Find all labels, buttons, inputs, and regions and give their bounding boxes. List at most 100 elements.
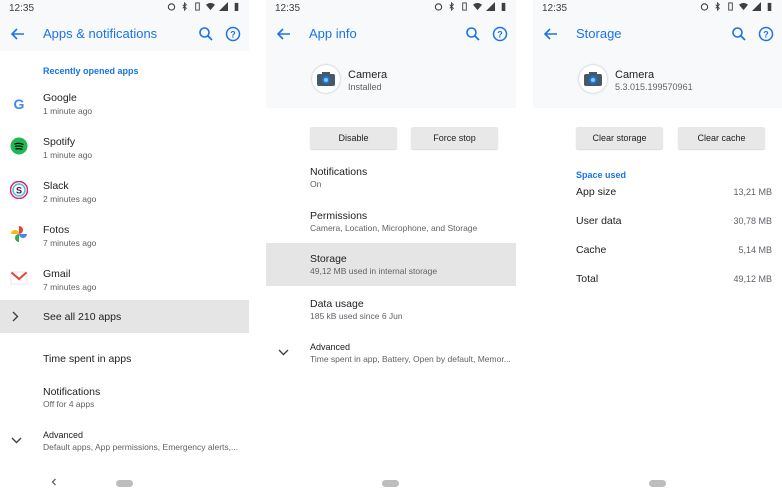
item-title: Permissions [310, 210, 368, 222]
app-item-slack[interactable]: S Slack 2 minutes ago [0, 176, 249, 218]
camera-icon [579, 65, 607, 93]
app-info-screen: 12:35 App info ? Camera Installed Disabl… [266, 0, 516, 498]
notifications-item[interactable]: Notifications On [266, 160, 516, 198]
navigation-bar [266, 468, 516, 498]
clear-cache-button[interactable]: Clear cache [678, 127, 765, 149]
app-item-fotos[interactable]: Fotos 7 minutes ago [0, 220, 249, 262]
svg-text:?: ? [230, 30, 236, 40]
camera-icon [312, 65, 340, 93]
app-bar: App info ? [266, 17, 516, 51]
advanced-item[interactable]: Advanced Time spent in app, Battery, Ope… [266, 338, 516, 372]
row-label: Cache [576, 244, 607, 256]
app-name: Gmail [43, 268, 71, 280]
app-bar: Storage ? [533, 17, 782, 51]
status-icons [434, 2, 508, 11]
nav-back-icon[interactable] [49, 477, 59, 487]
home-pill[interactable] [649, 480, 666, 487]
back-arrow-icon[interactable] [9, 25, 27, 43]
google-icon: G [9, 94, 29, 114]
storage-row-total: Total 49,12 MB [533, 267, 782, 291]
storage-row-cache: Cache 5,14 MB [533, 238, 782, 262]
alarm-icon [700, 3, 709, 11]
item-sub: 185 kB used since 6 Jun [310, 311, 403, 321]
screen-gap [516, 0, 533, 498]
row-label: User data [576, 215, 622, 227]
home-pill[interactable] [116, 480, 133, 487]
wifi-icon [473, 2, 482, 11]
slack-icon: S [9, 180, 29, 200]
wifi-icon [206, 2, 215, 11]
item-title: Notifications [310, 166, 368, 178]
status-time: 12:35 [9, 3, 35, 14]
row-value: 30,78 MB [733, 216, 772, 226]
app-time: 7 minutes ago [43, 282, 97, 292]
app-item-spotify[interactable]: Spotify 1 minute ago [0, 132, 249, 174]
status-bar: 12:35 [266, 0, 516, 17]
storage-row-user-data: User data 30,78 MB [533, 209, 782, 233]
app-status: Installed [348, 82, 382, 92]
battery-icon [234, 2, 239, 11]
signal-icon [752, 2, 761, 11]
photos-icon [9, 224, 29, 244]
disable-button[interactable]: Disable [310, 127, 397, 149]
row-label: App size [576, 186, 617, 198]
data-usage-item[interactable]: Data usage 185 kB used since 6 Jun [266, 292, 516, 330]
search-icon[interactable] [730, 25, 748, 43]
status-time: 12:35 [542, 3, 568, 14]
apps-notifications-screen: 12:35 Apps & notifications ? Recently op… [0, 0, 249, 498]
app-name: Camera [348, 69, 388, 81]
space-used-label: Space used [576, 170, 627, 180]
signal-icon [486, 2, 495, 11]
clear-storage-button[interactable]: Clear storage [576, 127, 663, 149]
status-time: 12:35 [275, 3, 301, 14]
time-spent-label: Time spent in apps [43, 353, 132, 365]
search-icon[interactable] [197, 25, 215, 43]
item-title: Data usage [310, 298, 364, 310]
storage-item[interactable]: Storage 49,12 MB used in internal storag… [266, 243, 516, 286]
app-name: Spotify [43, 136, 76, 148]
navigation-bar [533, 468, 782, 498]
chevron-right-icon [12, 311, 19, 322]
advanced-title: Advanced [43, 430, 84, 440]
row-label: Total [576, 273, 599, 285]
advanced-item[interactable]: Advanced Default apps, App permissions, … [0, 424, 249, 460]
back-arrow-icon[interactable] [275, 25, 293, 43]
app-name: Camera [615, 69, 655, 81]
help-icon[interactable]: ? [224, 25, 242, 43]
svg-text:?: ? [763, 30, 769, 40]
time-spent-in-apps[interactable]: Time spent in apps [0, 343, 249, 373]
item-sub: Camera, Location, Microphone, and Storag… [310, 223, 478, 233]
advanced-sub: Time spent in app, Battery, Open by defa… [310, 354, 511, 364]
see-all-label: See all 210 apps [43, 311, 122, 323]
home-pill[interactable] [382, 480, 399, 487]
chevron-down-icon [11, 437, 22, 444]
permissions-item[interactable]: Permissions Camera, Location, Microphone… [266, 204, 516, 242]
page-title: Apps & notifications [43, 26, 158, 41]
force-stop-button[interactable]: Force stop [411, 127, 498, 149]
status-bar: 12:35 [533, 0, 782, 17]
gmail-icon [9, 268, 29, 288]
help-icon[interactable]: ? [491, 25, 509, 43]
search-icon[interactable] [464, 25, 482, 43]
app-time: 1 minute ago [43, 106, 93, 116]
item-title: Storage [310, 253, 347, 265]
back-arrow-icon[interactable] [542, 25, 560, 43]
row-value: 13,21 MB [733, 187, 772, 197]
app-version: 5.3.015.199570961 [615, 82, 693, 92]
battery-icon [767, 2, 772, 11]
app-name: Google [43, 92, 77, 104]
alarm-icon [167, 3, 176, 11]
advanced-title: Advanced [310, 342, 351, 352]
alarm-icon [434, 3, 443, 11]
notifications-sub: Off for 4 apps [43, 399, 95, 409]
vibrate-icon [195, 2, 200, 11]
app-item-gmail[interactable]: Gmail 7 minutes ago [0, 264, 249, 300]
app-item-google[interactable]: G Google 1 minute ago [0, 88, 249, 130]
notifications-item[interactable]: Notifications Off for 4 apps [0, 380, 249, 418]
app-time: 7 minutes ago [43, 238, 97, 248]
item-sub: On [310, 179, 322, 189]
help-icon[interactable]: ? [757, 25, 775, 43]
row-value: 5,14 MB [738, 245, 772, 255]
bluetooth-icon [182, 2, 187, 11]
see-all-apps[interactable]: See all 210 apps [0, 300, 249, 333]
